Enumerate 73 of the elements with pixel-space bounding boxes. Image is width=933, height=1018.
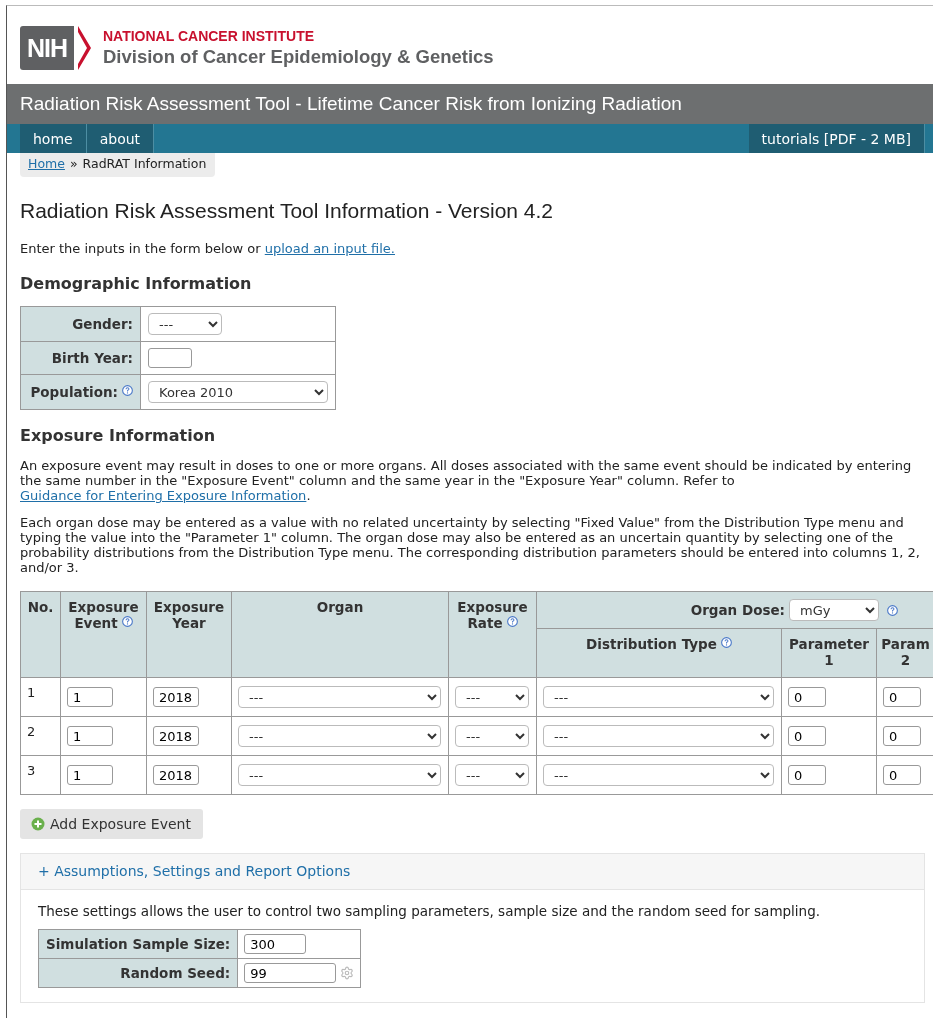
table-cell: 1 xyxy=(20,677,61,717)
input-field[interactable] xyxy=(148,348,192,368)
input-field[interactable]: 300 xyxy=(244,934,307,954)
exposure-text: Each organ dose may be entered as a value with no related uncertainty by selecting "Fixed Value" from the Distribution Type menu and typing the value into the "Parameter 1" column. The organ dose may also be entered as an uncertain quantity by selecting one of the probability distributions from the Distribution Type menu. The corresponding distribution parameters should be entered into columns 1, 2, and/or 3. xyxy=(20,515,921,575)
select-field[interactable]: --- xyxy=(148,313,222,335)
column-header: Organ xyxy=(231,591,449,678)
division-name: Division of Cancer Epidemiology & Genetics xyxy=(103,46,494,68)
app-title: Radiation Risk Assessment Tool - Lifetime Cancer Risk from Ionizing Radiation xyxy=(20,93,682,115)
table-cell: 3 xyxy=(20,755,61,795)
options-toggle[interactable]: + Assumptions, Settings and Report Options xyxy=(21,854,924,890)
column-header: Exposure Year xyxy=(146,591,232,678)
help-icon[interactable] xyxy=(506,616,518,627)
year-input[interactable]: 2018 xyxy=(153,687,199,707)
unit-select[interactable]: mGy xyxy=(789,599,879,621)
help-icon[interactable] xyxy=(887,604,898,616)
field-label: Population: xyxy=(20,374,141,410)
breadcrumb-separator: » xyxy=(69,156,78,171)
parameter-input[interactable]: 0 xyxy=(883,726,921,746)
rate-select[interactable]: --- xyxy=(455,764,529,786)
field-label: Simulation Sample Size: xyxy=(38,929,238,959)
field-label: Random Seed: xyxy=(38,958,238,988)
event-input[interactable]: 1 xyxy=(67,726,113,746)
breadcrumb-link[interactable]: Home xyxy=(28,156,65,171)
column-header: Exposure Event xyxy=(60,591,147,678)
column-header: Organ Dose: mGy xyxy=(536,591,933,629)
year-input[interactable]: 2018 xyxy=(153,726,199,746)
org-name: NATIONAL CANCER INSTITUTE xyxy=(103,28,316,44)
guidance-link[interactable]: Guidance for Entering Exposure Information xyxy=(20,488,307,503)
parameter-input[interactable]: 0 xyxy=(883,765,921,785)
section-heading: Exposure Information xyxy=(20,426,217,445)
field-label: Birth Year: xyxy=(20,341,141,375)
logo[interactable]: NIH xyxy=(20,26,74,70)
nav-link[interactable]: home xyxy=(20,124,87,153)
help-icon[interactable] xyxy=(122,385,133,396)
chevron-icon xyxy=(78,26,91,70)
help-icon[interactable] xyxy=(720,637,732,648)
distribution-select[interactable]: --- xyxy=(543,725,774,747)
table-cell: 2 xyxy=(20,716,61,756)
nav-link[interactable]: about xyxy=(86,124,155,153)
options-text: These settings allows the user to control two sampling parameters, sample size and the random seed for sampling. xyxy=(38,904,822,919)
column-header: No. xyxy=(20,591,61,678)
organ-select[interactable]: --- xyxy=(238,725,441,747)
select-field[interactable]: Korea 2010 xyxy=(148,381,328,403)
rate-select[interactable]: --- xyxy=(455,686,529,708)
parameter-input[interactable]: 0 xyxy=(788,726,826,746)
column-header: Distribution Type xyxy=(536,628,782,678)
breadcrumb-current: RadRAT Information xyxy=(82,156,207,171)
column-header: Param 2 xyxy=(876,628,933,678)
year-input[interactable]: 2018 xyxy=(153,765,199,785)
distribution-select[interactable]: --- xyxy=(543,686,774,708)
field-label: Gender: xyxy=(20,306,141,342)
intro-text: Enter the inputs in the form below or upload an input file. xyxy=(20,241,396,256)
exposure-text: An exposure event may result in doses to one or more organs. All doses associated with the same event should be indicated by entering the same number in the "Exposure Event" column and the same year in the "Exposure Year" column. Refer to Guidance for Entering Exposure Information. xyxy=(20,458,913,503)
event-input[interactable]: 1 xyxy=(67,765,113,785)
parameter-input[interactable]: 0 xyxy=(788,687,826,707)
parameter-input[interactable]: 0 xyxy=(788,765,826,785)
organ-select[interactable]: --- xyxy=(238,764,441,786)
distribution-select[interactable]: --- xyxy=(543,764,774,786)
nav-link[interactable]: tutorials [PDF - 2 MB] xyxy=(748,124,925,153)
rate-select[interactable]: --- xyxy=(455,725,529,747)
add-exposure-button[interactable]: Add Exposure Event xyxy=(20,809,203,839)
upload-link[interactable]: upload an input file. xyxy=(264,241,395,256)
column-header: Parameter 1 xyxy=(781,628,877,678)
section-heading: Demographic Information xyxy=(20,274,253,293)
column-header: Exposure Rate xyxy=(448,591,537,678)
organ-select[interactable]: --- xyxy=(238,686,441,708)
event-input[interactable]: 1 xyxy=(67,687,113,707)
help-icon[interactable] xyxy=(121,616,133,627)
input-field[interactable]: 99 xyxy=(244,963,337,983)
plus-icon xyxy=(31,817,45,831)
gear-icon[interactable] xyxy=(340,966,355,980)
parameter-input[interactable]: 0 xyxy=(883,687,921,707)
page-heading: Radiation Risk Assessment Tool Information - Version 4.2 xyxy=(20,199,555,223)
